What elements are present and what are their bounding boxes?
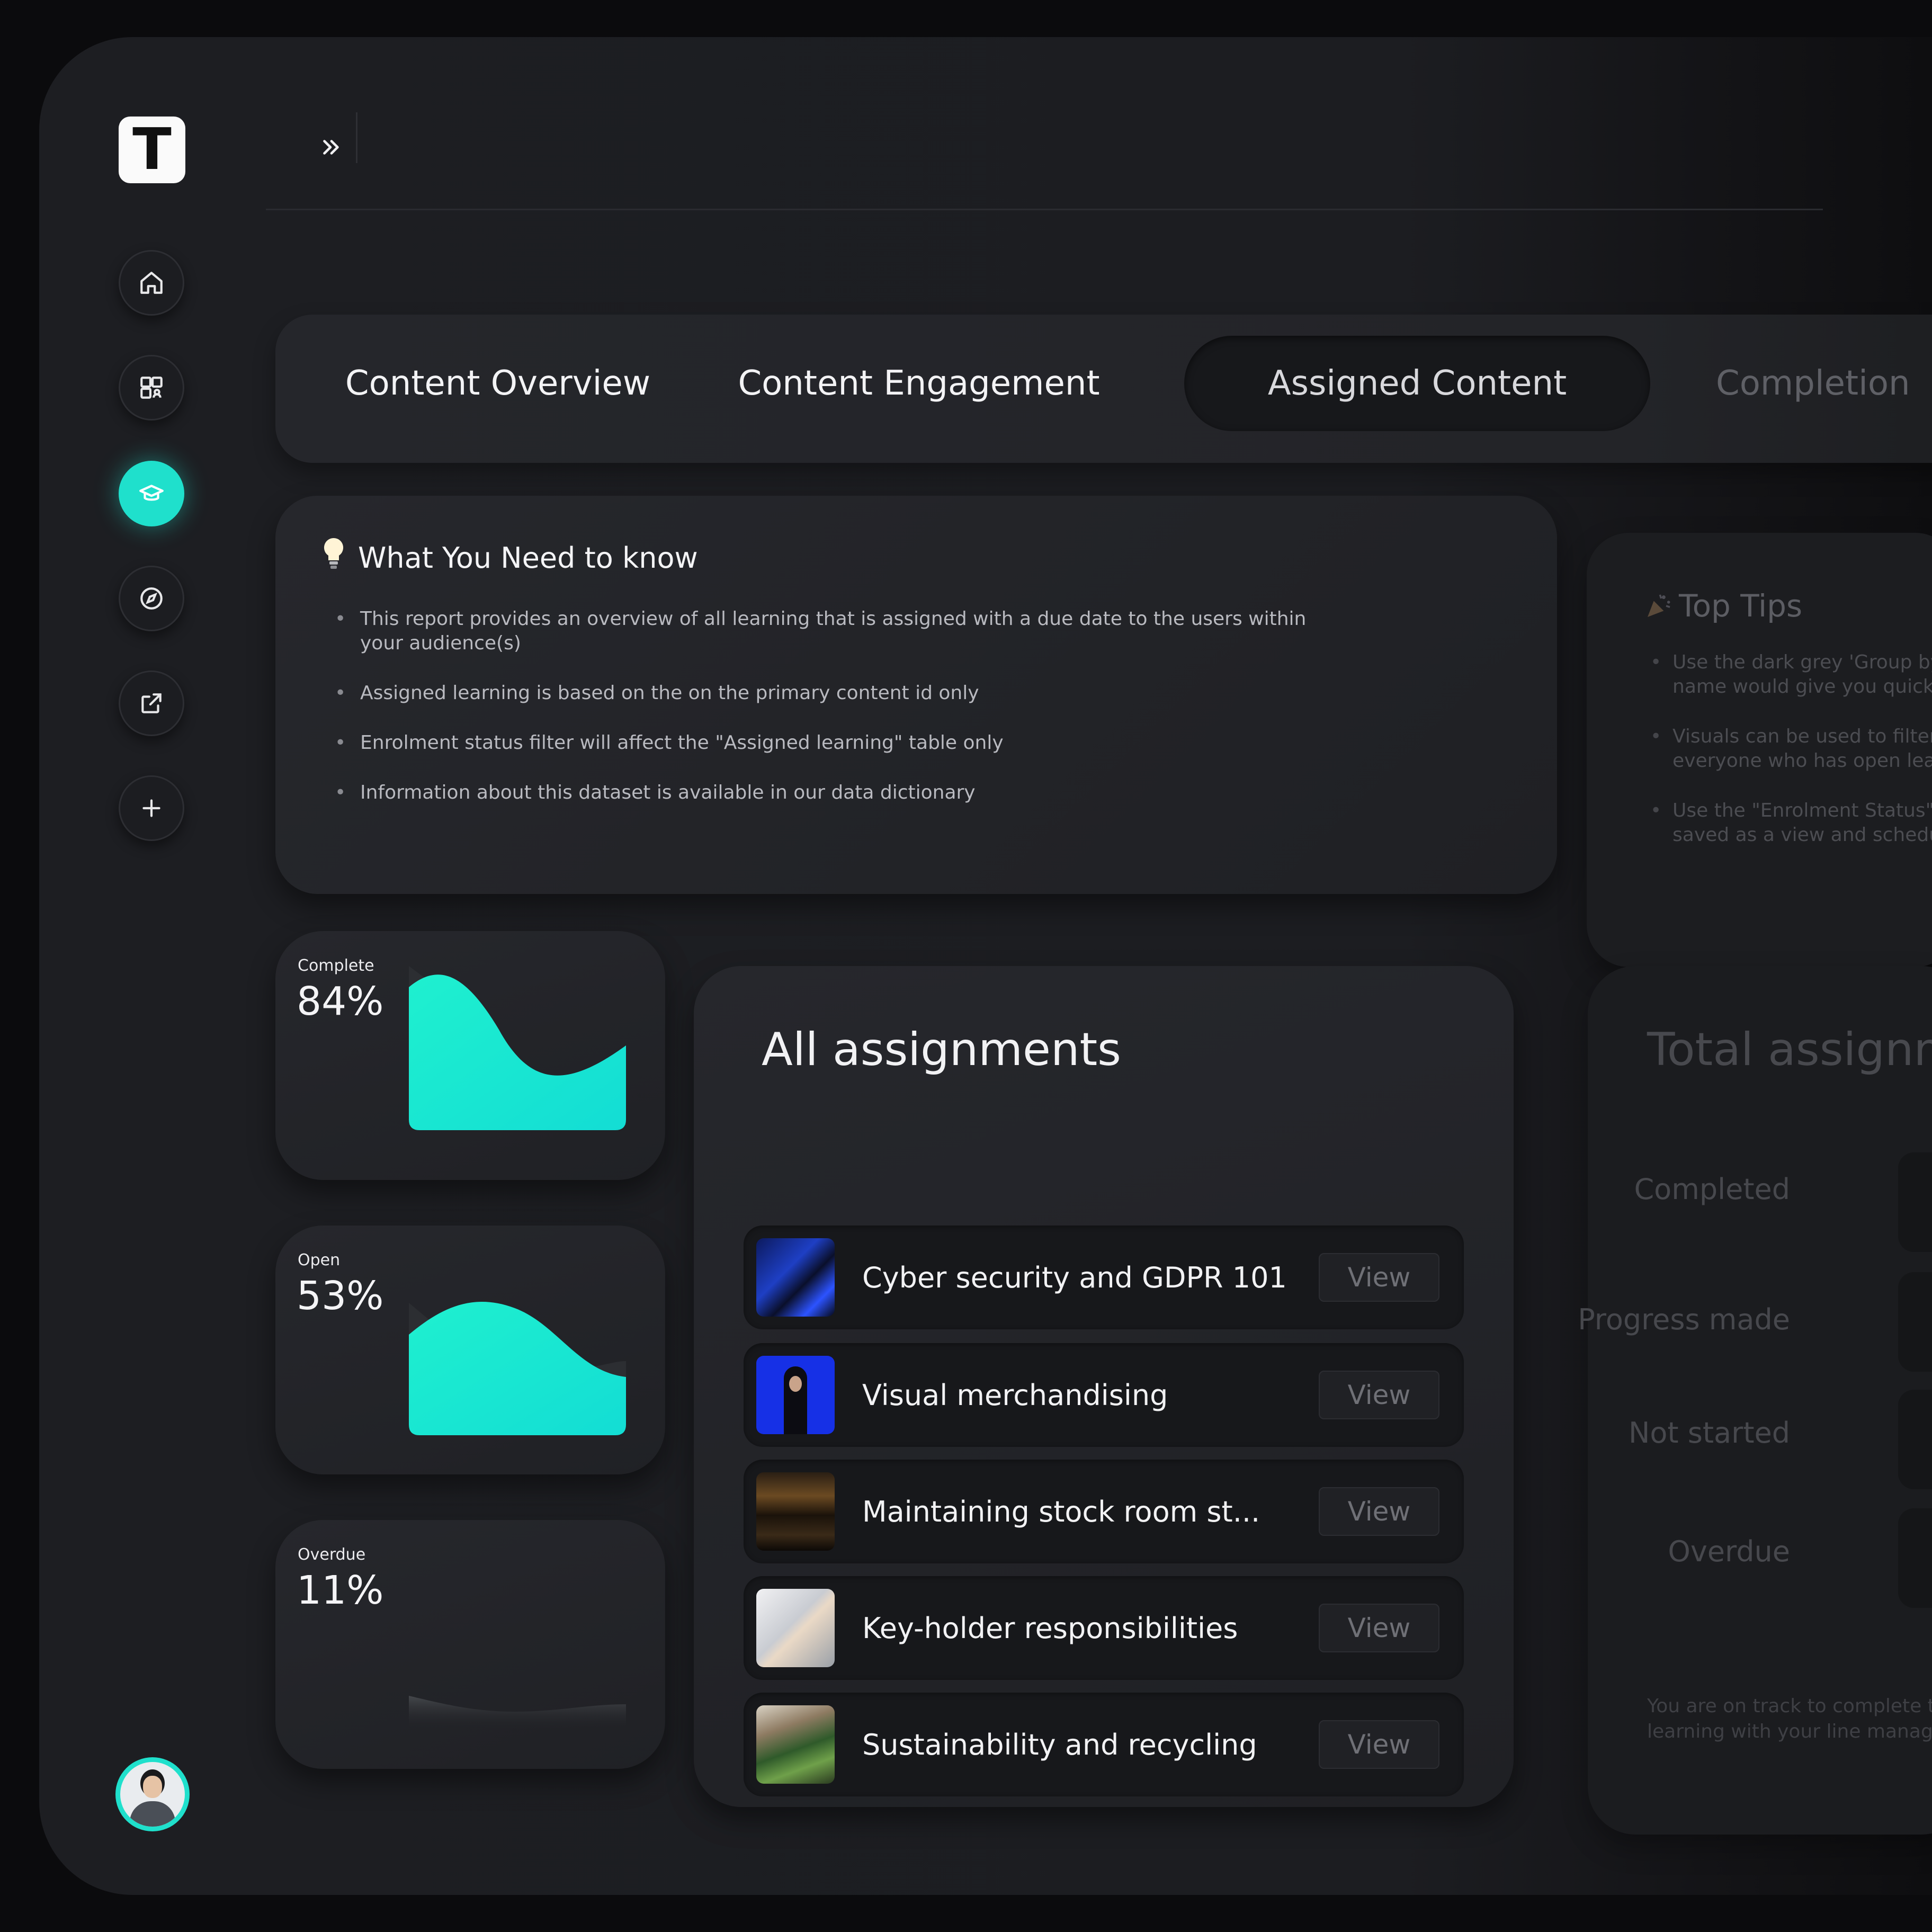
assignment-name: Visual merchandising	[862, 1378, 1168, 1412]
tab-content-engagement[interactable]: Content Engagement	[715, 336, 1123, 431]
stock-room-thumbnail	[756, 1472, 835, 1551]
header-divider	[266, 209, 1823, 210]
complete-stat-card[interactable]: Complete 84%	[275, 931, 665, 1180]
info-card-title: What You Need to know	[324, 538, 698, 575]
assignment-name: Cyber security and GDPR 101	[862, 1260, 1287, 1294]
home-icon	[140, 272, 163, 294]
top-tips-list: Use the dark grey 'Group by'name would g…	[1650, 650, 1932, 873]
expand-sidebar-button[interactable]	[304, 121, 357, 174]
info-bullet-list: This report provides an overview of all …	[334, 607, 1308, 830]
overdue-area-chart	[409, 1696, 626, 1730]
assignment-name: Sustainability and recycling	[862, 1728, 1257, 1761]
stat-label: Overdue	[298, 1545, 366, 1564]
app-window: T Content Overview Content Engagement As…	[39, 37, 1932, 1895]
view-button[interactable]: View	[1319, 1371, 1439, 1419]
handshake-thumbnail	[756, 1589, 835, 1667]
visual-merchandising-thumbnail	[756, 1356, 835, 1434]
info-bullet: Enrolment status filter will affect the …	[335, 731, 1308, 755]
total-row-label: Overdue	[1668, 1535, 1790, 1568]
open-stat-card[interactable]: Open 53%	[275, 1226, 665, 1474]
nav-add-button[interactable]	[119, 775, 184, 841]
assignment-row[interactable]: Cyber security and GDPR 101 View	[744, 1226, 1464, 1329]
view-button[interactable]: View	[1319, 1720, 1439, 1769]
stat-value: 11%	[297, 1568, 384, 1613]
total-row-label: Progress made	[1578, 1303, 1790, 1336]
sustainability-thumbnail	[756, 1705, 835, 1784]
info-card: What You Need to know This report provid…	[275, 496, 1557, 894]
avatar-photo	[120, 1762, 185, 1827]
total-bar	[1898, 1390, 1932, 1489]
info-bullet: This report provides an overview of all …	[335, 607, 1335, 656]
user-avatar[interactable]	[115, 1757, 190, 1831]
graduation-cap-icon	[139, 485, 164, 501]
content-library-icon	[140, 377, 163, 399]
tab-completion[interactable]: Completion	[1716, 336, 1932, 431]
info-bullet: Assigned learning is based on the on the…	[335, 681, 1308, 705]
assignment-row[interactable]: Maintaining stock room st... View	[744, 1460, 1464, 1563]
chart-area	[409, 974, 626, 1130]
assignment-name: Key-holder responsibilities	[862, 1611, 1238, 1645]
double-chevron-right-icon	[323, 140, 339, 155]
nav-explore-button[interactable]	[119, 566, 184, 631]
external-link-icon	[141, 693, 162, 713]
stat-label: Open	[298, 1251, 341, 1269]
top-tips-title: Top Tips	[1644, 588, 1802, 624]
tab-content-overview[interactable]: Content Overview	[328, 336, 667, 431]
toolbar-divider	[356, 112, 357, 163]
total-bar	[1898, 1152, 1932, 1252]
total-row-label: Not started	[1628, 1416, 1790, 1450]
tip-item: Visuals can be used to filtereveryone wh…	[1650, 724, 1932, 773]
nav-content-library-button[interactable]	[119, 355, 184, 421]
lightbulb-icon	[324, 538, 344, 569]
plus-icon	[142, 799, 160, 817]
tip-item: Use the dark grey 'Group by'name would g…	[1650, 650, 1932, 699]
stat-value: 84%	[297, 979, 384, 1024]
chart-area	[409, 1696, 626, 1730]
view-button[interactable]: View	[1319, 1487, 1439, 1536]
assignment-row[interactable]: Sustainability and recycling View	[744, 1693, 1464, 1796]
party-popper-icon	[1648, 594, 1670, 617]
total-footer-text: You are on track to complete t learning …	[1647, 1695, 1932, 1742]
top-tips-card: Top Tips Use the dark grey 'Group by'nam…	[1587, 533, 1932, 967]
view-button[interactable]: View	[1319, 1604, 1439, 1652]
view-button[interactable]: View	[1319, 1253, 1439, 1302]
total-bar	[1898, 1272, 1932, 1372]
total-bar	[1898, 1508, 1932, 1608]
assignment-name: Maintaining stock room st...	[862, 1495, 1260, 1528]
stat-value: 53%	[297, 1273, 384, 1319]
all-assignments-title: All assignments	[762, 1023, 1121, 1076]
assignment-row[interactable]: Key-holder responsibilities View	[744, 1576, 1464, 1680]
report-tabs: Content Overview Content Engagement Assi…	[275, 315, 1932, 463]
all-assignments-card: All assignments Cyber security and GDPR …	[694, 966, 1514, 1807]
overdue-stat-card[interactable]: Overdue 11%	[275, 1520, 665, 1769]
total-row-label: Completed	[1634, 1173, 1790, 1206]
complete-area-chart	[409, 966, 626, 1130]
open-area-chart	[409, 1302, 626, 1435]
compass-icon	[140, 587, 163, 610]
stat-label: Complete	[298, 956, 374, 975]
cyber-security-thumbnail	[756, 1238, 835, 1317]
tab-assigned-content[interactable]: Assigned Content	[1184, 336, 1650, 431]
tip-item: Use the "Enrolment Status" fsaved as a v…	[1650, 799, 1932, 847]
total-assignments-title: Total assignm	[1647, 1023, 1932, 1076]
nav-external-link-button[interactable]	[119, 670, 184, 736]
app-logo[interactable]: T	[119, 117, 185, 183]
info-bullet: Information about this dataset is availa…	[335, 781, 1308, 805]
nav-home-button[interactable]	[119, 250, 184, 316]
total-assignments-card: Total assignm Completed Progress made No…	[1578, 966, 1932, 1835]
assignment-row[interactable]: Visual merchandising View	[744, 1343, 1464, 1447]
chart-area	[409, 1302, 626, 1435]
nav-learning-button[interactable]	[119, 461, 184, 526]
